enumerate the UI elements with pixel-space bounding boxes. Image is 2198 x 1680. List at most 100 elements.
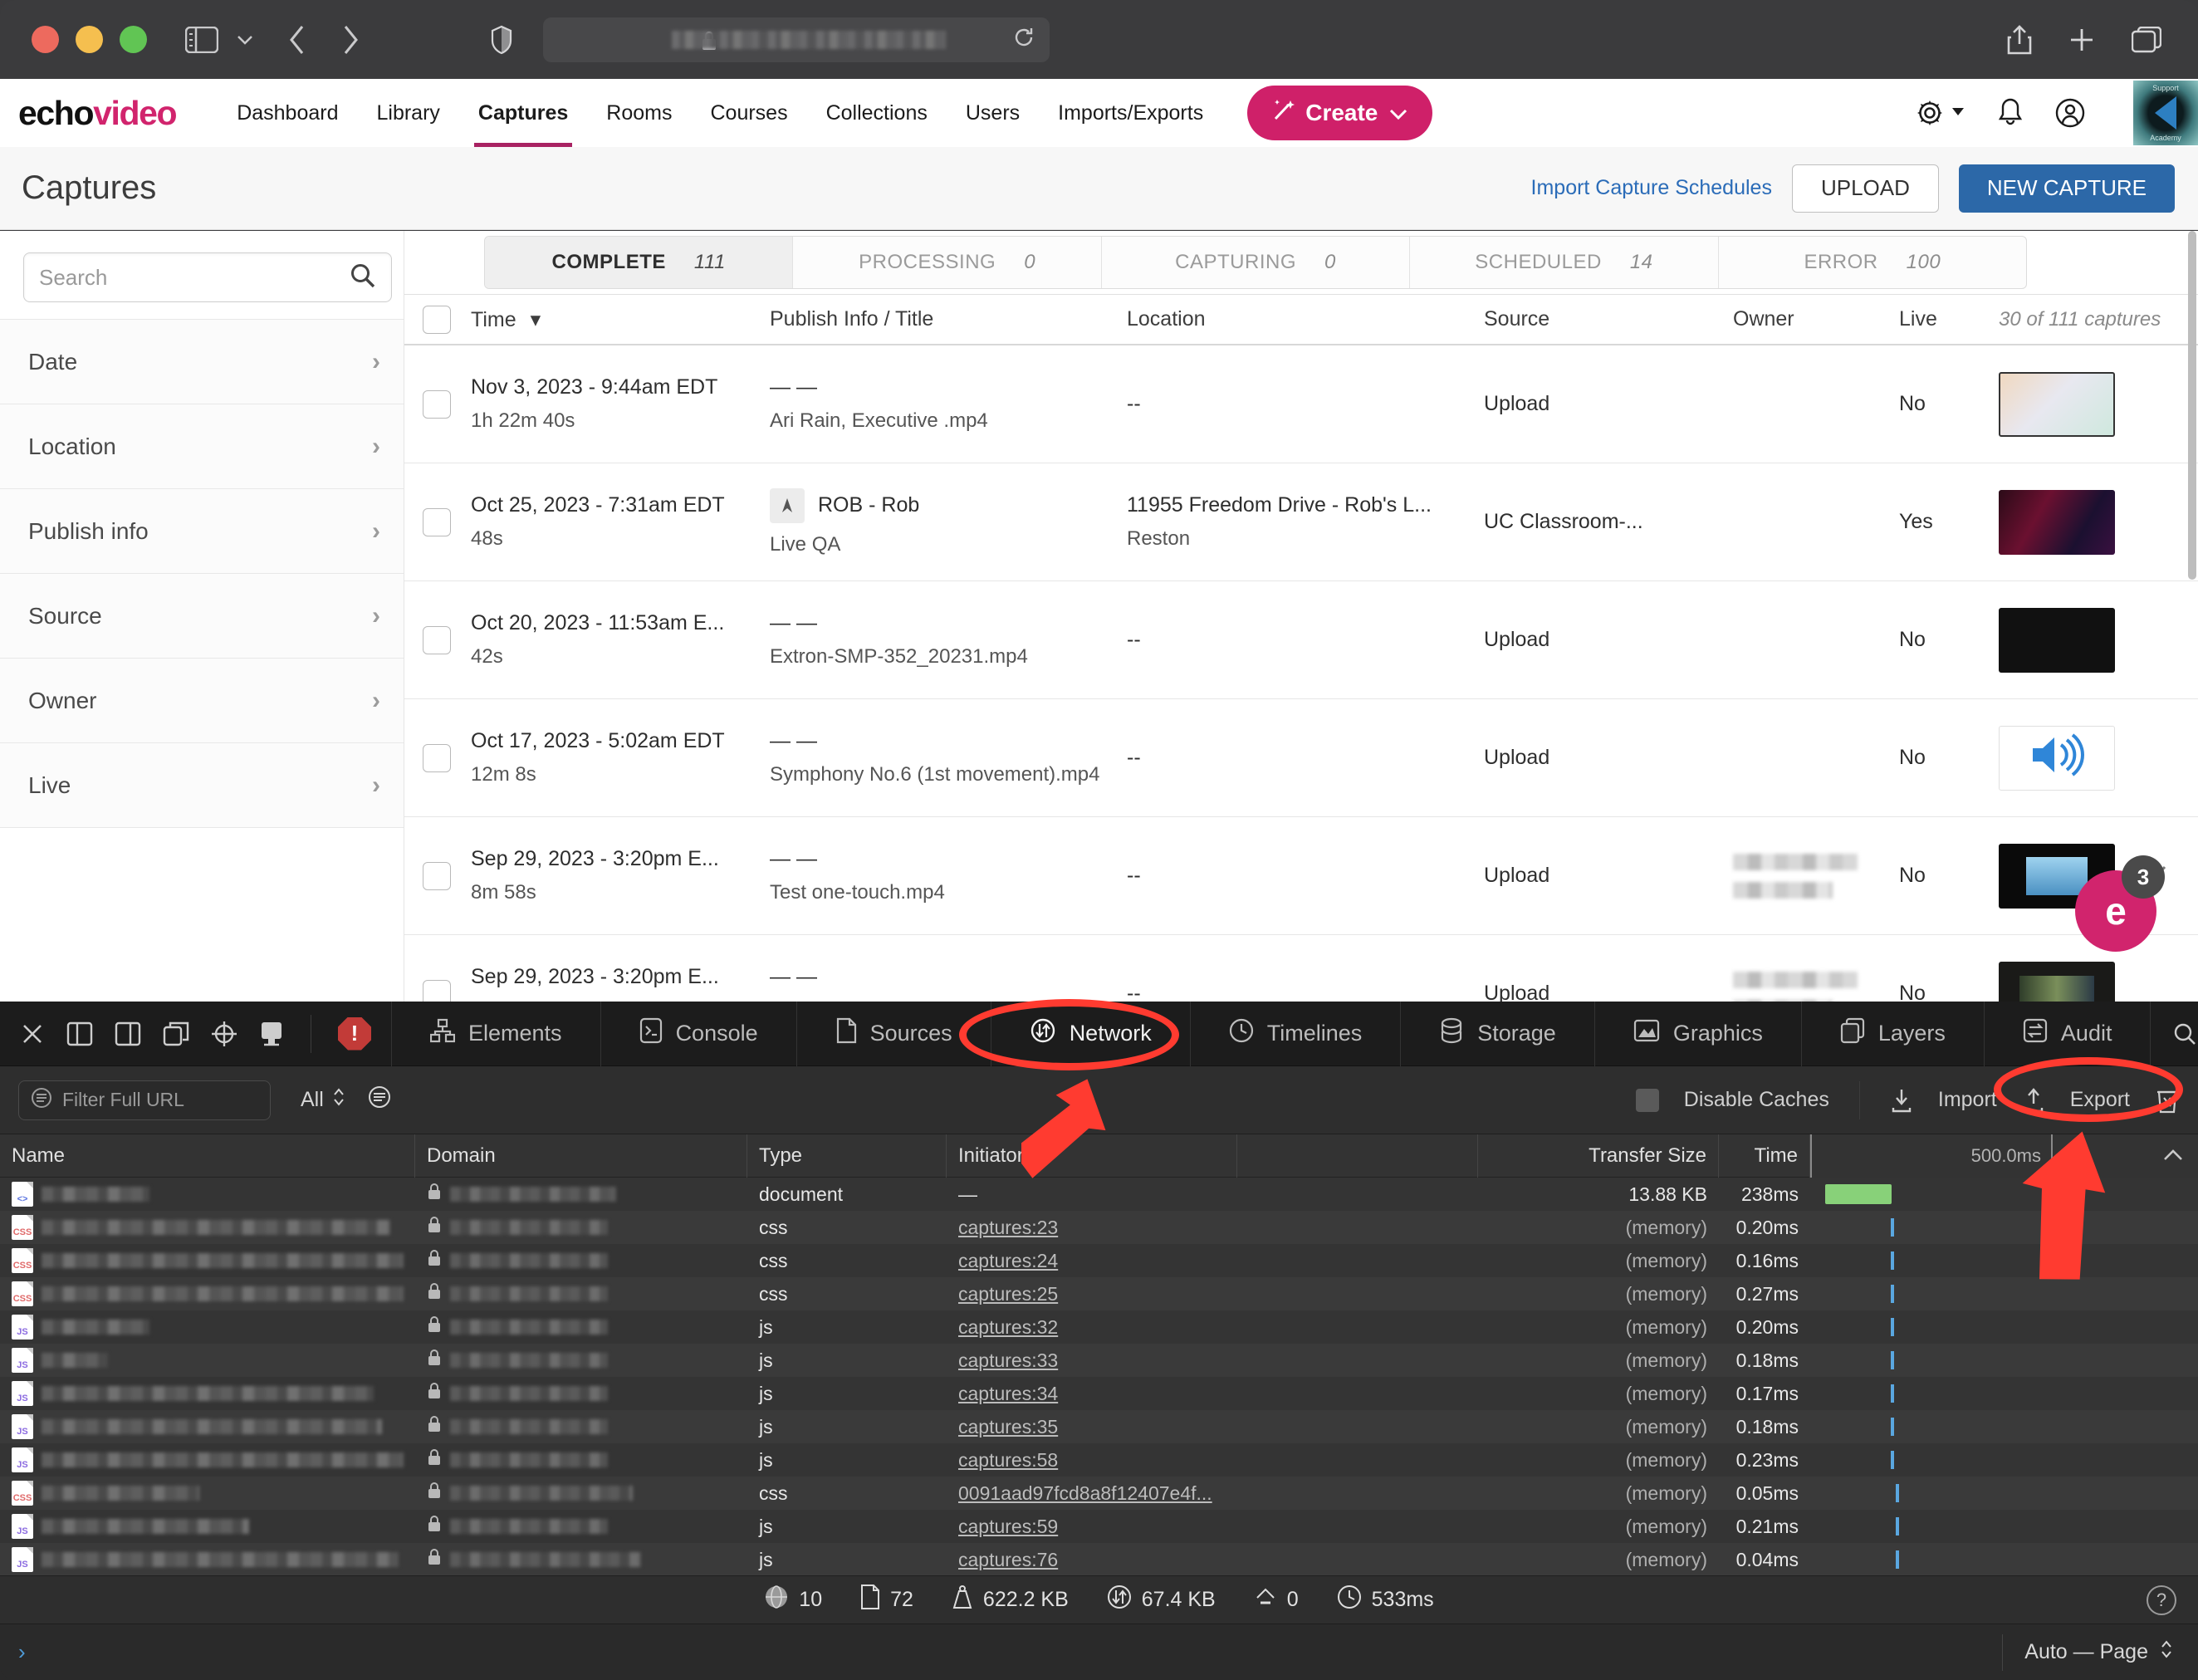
initiator-link[interactable]: captures:33 <box>958 1349 1058 1372</box>
nav-item-courses[interactable]: Courses <box>691 79 806 147</box>
table-vertical-scrollbar[interactable] <box>2188 231 2196 580</box>
row-thumbnail[interactable] <box>1999 489 2115 555</box>
column-header-time[interactable]: Time ▾ <box>471 307 770 332</box>
forward-button[interactable] <box>340 23 361 56</box>
row-thumbnail[interactable] <box>1999 371 2115 437</box>
row-select-checkbox[interactable] <box>423 743 451 772</box>
filter-source[interactable]: Source › <box>0 574 404 659</box>
tab-overview-icon[interactable] <box>2132 26 2161 53</box>
table-row[interactable]: Sep 29, 2023 - 3:20pm E... 14m 13s — — E… <box>404 935 2198 1002</box>
nav-item-captures[interactable]: Captures <box>459 79 587 147</box>
window-traffic-lights[interactable] <box>32 26 147 53</box>
tab-processing[interactable]: PROCESSING 0 <box>793 237 1102 288</box>
column-header-publish-info[interactable]: Publish Info / Title <box>770 307 1127 331</box>
nav-item-collections[interactable]: Collections <box>807 79 947 147</box>
error-count-badge[interactable]: ! <box>338 1016 371 1051</box>
initiator-link[interactable]: captures:24 <box>958 1250 1058 1272</box>
row-select-checkbox[interactable] <box>423 979 451 1002</box>
row-select-checkbox[interactable] <box>423 625 451 654</box>
network-column-initiator[interactable]: Initiator <box>947 1134 1237 1178</box>
row-select-checkbox[interactable] <box>423 507 451 536</box>
network-row[interactable]: JS js captures:33 (memory) 0.18ms <box>0 1344 2198 1377</box>
initiator-link[interactable]: captures:32 <box>958 1316 1058 1339</box>
new-capture-button[interactable]: NEW CAPTURE <box>1958 164 2175 213</box>
network-column-domain[interactable]: Domain <box>415 1134 747 1178</box>
nav-item-rooms[interactable]: Rooms <box>587 79 691 147</box>
column-header-location[interactable]: Location <box>1127 307 1484 331</box>
close-window-button[interactable] <box>32 26 59 53</box>
column-header-owner[interactable]: Owner <box>1733 307 1899 331</box>
initiator-link[interactable]: captures:25 <box>958 1283 1058 1305</box>
filter-date[interactable]: Date › <box>0 320 404 404</box>
device-mode-icon[interactable] <box>259 1021 284 1047</box>
sidebar-toggle-icon[interactable] <box>185 26 218 53</box>
inspect-element-icon[interactable] <box>211 1021 237 1047</box>
user-account-icon[interactable] <box>2055 98 2085 128</box>
inspector-tab-elements[interactable]: Elements <box>391 1001 600 1066</box>
network-row[interactable]: <> document — 13.88 KB 238ms <box>0 1178 2198 1211</box>
dock-detach-icon[interactable] <box>163 1021 189 1046</box>
network-column-time[interactable]: Time <box>1719 1134 1810 1178</box>
inspector-tab-storage[interactable]: Storage <box>1400 1001 1594 1066</box>
settings-gear-icon[interactable] <box>1916 99 1965 127</box>
initiator-link[interactable]: captures:76 <box>958 1549 1058 1571</box>
network-row[interactable]: JS js captures:58 (memory) 0.23ms <box>0 1443 2198 1477</box>
clear-network-items-icon[interactable] <box>2155 1087 2180 1114</box>
tab-complete[interactable]: COMPLETE 111 <box>485 237 794 288</box>
network-row[interactable]: JS js captures:35 (memory) 0.18ms <box>0 1410 2198 1443</box>
network-row[interactable]: JS js captures:32 (memory) 0.20ms <box>0 1310 2198 1344</box>
inspector-tab-layers[interactable]: Layers <box>1800 1001 1984 1066</box>
network-row[interactable]: CSS css captures:23 (memory) 0.20ms <box>0 1211 2198 1244</box>
disable-caches-checkbox[interactable] <box>1635 1088 1659 1112</box>
privacy-shield-icon[interactable] <box>490 25 513 55</box>
close-icon[interactable] <box>20 1021 45 1046</box>
import-label[interactable]: Import <box>1938 1088 1997 1112</box>
select-all-checkbox[interactable] <box>423 305 451 334</box>
export-icon[interactable] <box>2022 1087 2045 1113</box>
inspector-tab-network[interactable]: Network <box>990 1001 1190 1066</box>
import-icon[interactable] <box>1890 1088 1913 1113</box>
tab-capturing[interactable]: CAPTURING 0 <box>1102 237 1411 288</box>
network-row[interactable]: JS js captures:59 (memory) 0.21ms <box>0 1510 2198 1543</box>
back-button[interactable] <box>286 23 308 56</box>
table-row[interactable]: Sep 29, 2023 - 3:20pm E... 8m 58s — — Te… <box>404 817 2198 935</box>
nav-item-dashboard[interactable]: Dashboard <box>218 79 357 147</box>
initiator-link[interactable]: captures:35 <box>958 1416 1058 1438</box>
search-box[interactable] <box>23 252 392 302</box>
nav-item-library[interactable]: Library <box>358 79 459 147</box>
search-input[interactable] <box>39 264 350 291</box>
dock-left-icon[interactable] <box>66 1021 93 1046</box>
search-icon[interactable] <box>350 262 376 293</box>
help-icon[interactable]: ? <box>2147 1584 2176 1615</box>
network-column-name[interactable]: Name <box>0 1134 415 1178</box>
filter-owner[interactable]: Owner › <box>0 659 404 743</box>
network-row[interactable]: JS js captures:76 (memory) 0.04ms <box>0 1543 2198 1576</box>
share-icon[interactable] <box>2007 24 2032 56</box>
inspector-tab-timelines[interactable]: Timelines <box>1189 1001 1401 1066</box>
table-row[interactable]: Nov 3, 2023 - 9:44am EDT 1h 22m 40s — — … <box>404 345 2198 463</box>
initiator-link[interactable]: captures:58 <box>958 1449 1058 1472</box>
zoom-window-button[interactable] <box>120 26 147 53</box>
nav-item-imports-exports[interactable]: Imports/Exports <box>1039 79 1222 147</box>
execution-context-selector[interactable]: Auto — Page <box>2002 1633 2173 1671</box>
inspector-tab-sources[interactable]: Sources <box>795 1001 991 1066</box>
initiator-link[interactable]: captures:23 <box>958 1217 1058 1239</box>
filter-location[interactable]: Location › <box>0 404 404 489</box>
console-prompt-icon[interactable]: › <box>18 1639 26 1665</box>
search-icon[interactable] <box>2172 1021 2197 1046</box>
table-row[interactable]: Oct 20, 2023 - 11:53am E... 42s — — Extr… <box>404 581 2198 699</box>
network-row[interactable]: JS js captures:34 (memory) 0.17ms <box>0 1377 2198 1410</box>
row-select-checkbox[interactable] <box>423 861 451 890</box>
upload-button[interactable]: UPLOAD <box>1791 164 1939 213</box>
inspector-tab-graphics[interactable]: Graphics <box>1593 1001 1801 1066</box>
echovideo-logo[interactable]: echovideo <box>18 94 178 133</box>
column-header-live[interactable]: Live <box>1899 307 1999 331</box>
nav-item-users[interactable]: Users <box>947 79 1039 147</box>
notifications-bell-icon[interactable] <box>1997 97 2024 129</box>
filter-publish-info[interactable]: Publish info › <box>0 489 404 574</box>
network-row[interactable]: CSS css captures:24 (memory) 0.16ms <box>0 1244 2198 1277</box>
reload-icon[interactable] <box>1013 27 1035 52</box>
resource-type-selector[interactable]: All <box>301 1085 392 1115</box>
sidebar-dropdown-icon[interactable] <box>235 33 255 47</box>
export-label[interactable]: Export <box>2070 1088 2130 1112</box>
